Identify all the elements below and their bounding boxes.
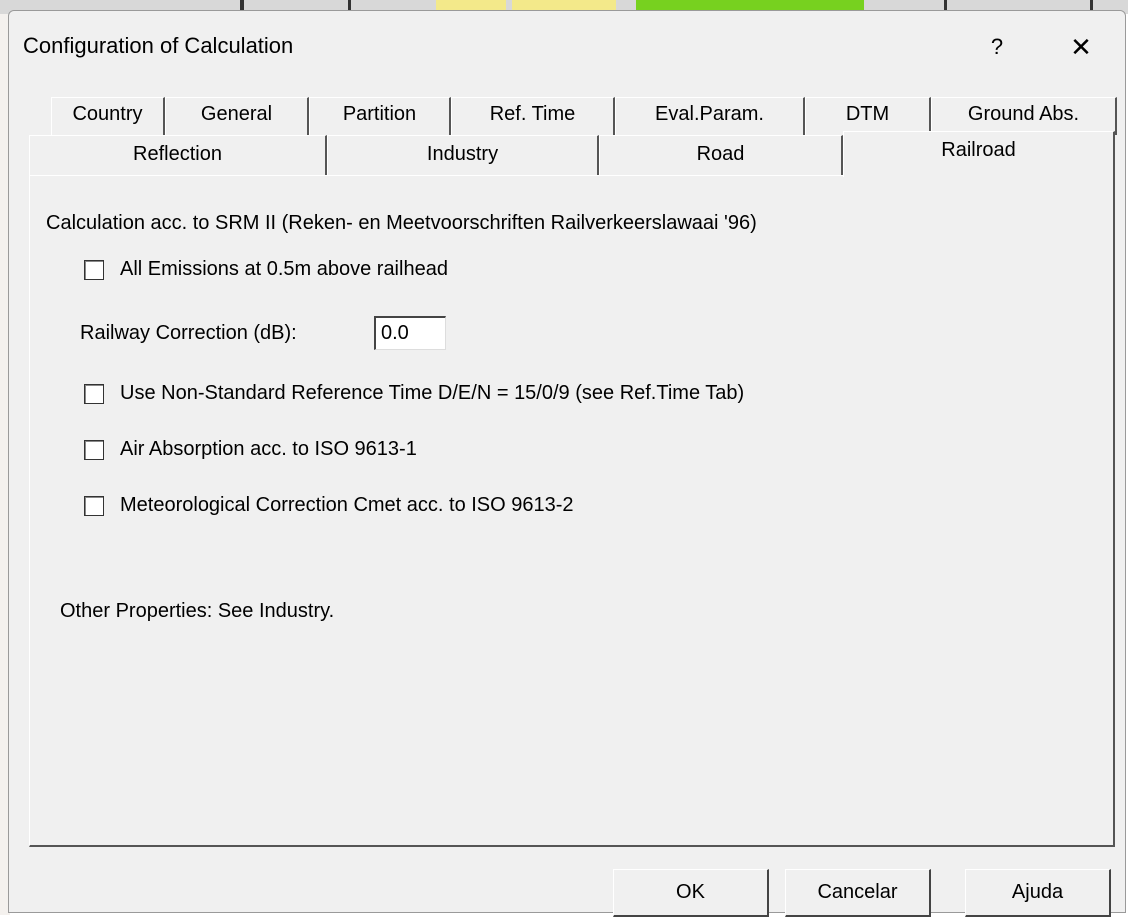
railway-correction-input[interactable]: 0.0 — [374, 316, 446, 350]
emissions-label: All Emissions at 0.5m above railhead — [120, 258, 448, 280]
tab-general[interactable]: General — [165, 97, 309, 135]
tab-industry[interactable]: Industry — [327, 135, 599, 175]
help-button[interactable]: Ajuda — [965, 869, 1111, 917]
tab-ground-abs[interactable]: Ground Abs. — [931, 97, 1117, 135]
tab-dtm[interactable]: DTM — [805, 97, 931, 135]
ok-button[interactable]: OK — [613, 869, 769, 917]
railway-correction-label: Railway Correction (dB): — [80, 322, 297, 344]
tab-eval-param[interactable]: Eval.Param. — [615, 97, 805, 135]
panel-heading: Calculation acc. to SRM II (Reken- en Me… — [46, 212, 757, 234]
meteo-correction-checkbox[interactable] — [84, 496, 104, 516]
configuration-dialog: Configuration of Calculation ? ✕ Country… — [8, 10, 1126, 917]
tab-ref-time[interactable]: Ref. Time — [451, 97, 615, 135]
meteo-correction-label: Meteorological Correction Cmet acc. to I… — [120, 494, 574, 516]
tab-road[interactable]: Road — [599, 135, 843, 175]
emissions-checkbox[interactable] — [84, 260, 104, 280]
close-icon[interactable]: ✕ — [1053, 27, 1109, 67]
dialog-title: Configuration of Calculation — [23, 33, 294, 58]
cancel-button[interactable]: Cancelar — [785, 869, 931, 917]
tab-reflection[interactable]: Reflection — [29, 135, 327, 175]
nonstandard-time-checkbox[interactable] — [84, 384, 104, 404]
air-absorption-checkbox[interactable] — [84, 440, 104, 460]
other-properties-note: Other Properties: See Industry. — [60, 600, 335, 622]
tab-railroad[interactable]: Railroad — [843, 131, 1115, 177]
tab-country[interactable]: Country — [51, 97, 165, 135]
air-absorption-label: Air Absorption acc. to ISO 9613-1 — [120, 438, 417, 460]
railroad-panel: Calculation acc. to SRM II (Reken- en Me… — [29, 175, 1115, 847]
nonstandard-time-label: Use Non-Standard Reference Time D/E/N = … — [120, 382, 745, 404]
tab-partition[interactable]: Partition — [309, 97, 451, 135]
title-bar[interactable]: Configuration of Calculation ? ✕ — [9, 11, 1125, 79]
help-icon[interactable]: ? — [977, 27, 1017, 67]
